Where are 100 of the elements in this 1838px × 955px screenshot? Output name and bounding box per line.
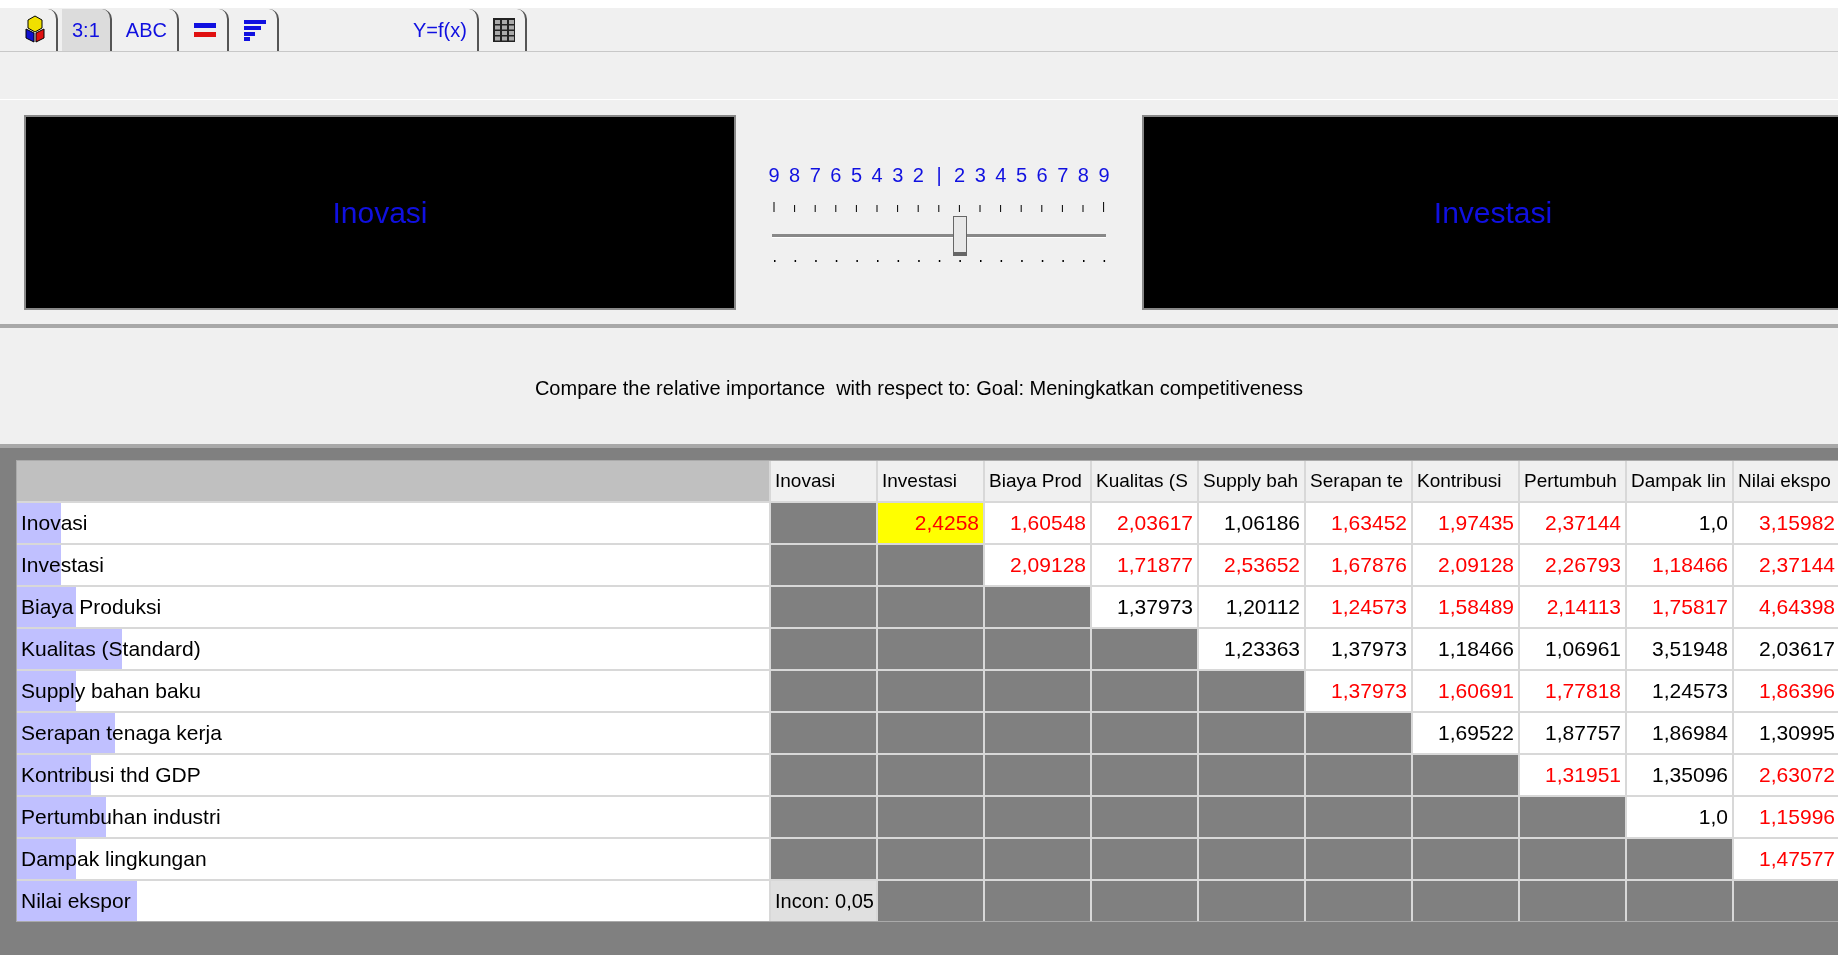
row-label: Investasi — [20, 552, 104, 579]
value-cell[interactable]: 1,37973 — [1092, 587, 1197, 627]
value-cell[interactable]: 1,15996 — [1734, 797, 1838, 837]
value-cell[interactable]: 1,63452 — [1306, 503, 1411, 543]
value-cell[interactable]: 1,20112 — [1199, 587, 1304, 627]
column-header[interactable]: Serapan te — [1306, 461, 1411, 501]
row-header[interactable]: Inovasi — [17, 503, 769, 543]
scale-label: 8 — [1076, 163, 1090, 188]
value-cell[interactable]: 1,24573 — [1627, 671, 1732, 711]
value-cell[interactable]: 3,51948 — [1627, 629, 1732, 669]
scale-label: | — [935, 163, 943, 188]
row-label: Pertumbuhan industri — [20, 804, 221, 831]
value-cell[interactable]: 1,35096 — [1627, 755, 1732, 795]
value-cell[interactable]: 1,86984 — [1627, 713, 1732, 753]
value-cell[interactable]: 1,30995 — [1734, 713, 1838, 753]
value-cell[interactable]: 1,47577 — [1734, 839, 1838, 879]
value-cell[interactable]: 2,63072 — [1734, 755, 1838, 795]
column-header[interactable]: Biaya Prod — [985, 461, 1090, 501]
scale-label: 7 — [1056, 163, 1070, 188]
column-header[interactable]: Dampak lin — [1627, 461, 1732, 501]
row-header[interactable]: Pertumbuhan industri — [17, 797, 769, 837]
comparison-prompt: Compare the relative importance with respect to: Goal: Meningkatkan competitiveness — [534, 376, 1304, 401]
sort-icon — [242, 19, 267, 41]
row-label: Dampak lingkungan — [20, 846, 207, 873]
column-header[interactable]: Kontribusi — [1413, 461, 1518, 501]
value-cell[interactable]: 2,03617 — [1092, 503, 1197, 543]
scale-label: 6 — [1035, 163, 1049, 188]
value-cell[interactable]: 1,06961 — [1520, 629, 1625, 669]
value-cell[interactable]: 1,75817 — [1627, 587, 1732, 627]
criterion-label: Investasi — [1433, 194, 1553, 231]
scale-label: 8 — [788, 163, 802, 188]
value-cell[interactable]: 1,58489 — [1413, 587, 1518, 627]
row-label: Serapan tenaga kerja — [20, 720, 222, 747]
value-cell[interactable]: 1,71877 — [1092, 545, 1197, 585]
row-header[interactable]: Nilai ekspor — [17, 881, 769, 921]
column-header[interactable]: Supply bah — [1199, 461, 1304, 501]
value-cell[interactable]: 1,31951 — [1520, 755, 1625, 795]
row-label: Supply bahan baku — [20, 678, 201, 705]
row-header[interactable]: Supply bahan baku — [17, 671, 769, 711]
table-icon — [492, 18, 515, 42]
scale-label: 2 — [911, 163, 925, 188]
scale-label: 6 — [829, 163, 843, 188]
value-cell[interactable]: 1,67876 — [1306, 545, 1411, 585]
row-label: Kontribusi thd GDP — [20, 762, 201, 789]
column-header[interactable]: Inovasi — [771, 461, 876, 501]
value-cell[interactable]: 1,60691 — [1413, 671, 1518, 711]
column-header[interactable]: Nilai ekspo — [1734, 461, 1838, 501]
value-cell[interactable]: 1,97435 — [1413, 503, 1518, 543]
row-header[interactable]: Serapan tenaga kerja — [17, 713, 769, 753]
row-label: Biaya Produksi — [20, 594, 162, 621]
value-cell[interactable]: 1,06186 — [1199, 503, 1304, 543]
value-cell[interactable]: 1,0 — [1627, 503, 1732, 543]
row-label: Nilai ekspor — [20, 888, 131, 915]
row-label: Kualitas (Standard) — [20, 636, 201, 663]
criterion-label: Inovasi — [332, 194, 428, 231]
row-label: Inovasi — [20, 510, 88, 537]
value-cell[interactable]: 1,0 — [1627, 797, 1732, 837]
value-cell[interactable]: 2,26793 — [1520, 545, 1625, 585]
scale-label: 4 — [870, 163, 884, 188]
row-header[interactable]: Biaya Produksi — [17, 587, 769, 627]
value-cell[interactable]: 2,37144 — [1734, 545, 1838, 585]
toolbar-tab[interactable]: 3:1 — [62, 9, 112, 51]
value-cell[interactable]: 1,37973 — [1306, 629, 1411, 669]
column-header[interactable]: Investasi — [878, 461, 983, 501]
column-header[interactable]: Kualitas (S — [1092, 461, 1197, 501]
scale-label: 2 — [953, 163, 967, 188]
lines-icon — [192, 21, 217, 39]
row-header[interactable]: Investasi — [17, 545, 769, 585]
scale-label: 7 — [808, 163, 822, 188]
value-cell[interactable]: 2,53652 — [1199, 545, 1304, 585]
row-header[interactable]: Kualitas (Standard) — [17, 629, 769, 669]
value-cell[interactable]: 2,14113 — [1520, 587, 1625, 627]
value-cell[interactable]: 1,23363 — [1199, 629, 1304, 669]
value-cell[interactable]: 2,03617 — [1734, 629, 1838, 669]
value-cell[interactable]: 2,09128 — [985, 545, 1090, 585]
column-header[interactable]: Pertumbuh — [1520, 461, 1625, 501]
value-cell[interactable]: 1,69522 — [1413, 713, 1518, 753]
value-cell[interactable]: 1,37973 — [1306, 671, 1411, 711]
scale-label: 3 — [973, 163, 987, 188]
value-cell[interactable]: 4,64398 — [1734, 587, 1838, 627]
value-cell[interactable]: 1,87757 — [1520, 713, 1625, 753]
value-cell[interactable]: 2,4258 — [878, 503, 983, 543]
value-cell[interactable]: 1,77818 — [1520, 671, 1625, 711]
scale-label: 9 — [767, 163, 781, 188]
value-cell[interactable]: 1,18466 — [1627, 545, 1732, 585]
value-cell[interactable]: 1,60548 — [985, 503, 1090, 543]
value-cell[interactable]: 2,37144 — [1520, 503, 1625, 543]
scale-label: 3 — [891, 163, 905, 188]
slider-track[interactable] — [772, 216, 1106, 256]
scale-label: 4 — [994, 163, 1008, 188]
value-cell[interactable]: 1,24573 — [1306, 587, 1411, 627]
value-cell[interactable]: 1,86396 — [1734, 671, 1838, 711]
scale-label: 5 — [1014, 163, 1029, 188]
slider-thumb[interactable] — [952, 216, 967, 256]
value-cell[interactable]: 1,18466 — [1413, 629, 1518, 669]
value-cell[interactable]: 3,15982 — [1734, 503, 1838, 543]
inconsistency-value: Incon: 0,05 — [771, 881, 876, 921]
row-header[interactable]: Dampak lingkungan — [17, 839, 769, 879]
row-header[interactable]: Kontribusi thd GDP — [17, 755, 769, 795]
value-cell[interactable]: 2,09128 — [1413, 545, 1518, 585]
